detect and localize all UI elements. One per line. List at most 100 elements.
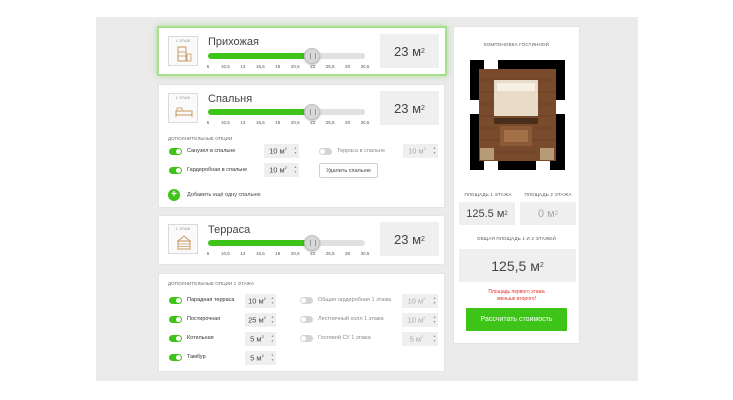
area-value: 23 м	[394, 43, 422, 59]
add-bedroom-plus-icon[interactable]: +	[168, 189, 180, 201]
add-bedroom-label[interactable]: Добавить ещё одну спальню	[187, 192, 261, 198]
slider-fill	[208, 53, 312, 59]
slider-tick-label: 20,5	[290, 64, 300, 69]
room-card-hallway[interactable]: 1 ЭТАЖ Прихожая 6 10,5 13 15,5 18 20,5 23 25,5 2…	[157, 26, 447, 76]
room-floor-label: 1 ЭТАЖ	[175, 39, 191, 43]
slider-ticks: 6 10,5 13 15,5 18 20,5 23 25,5 28 30,5	[206, 64, 370, 72]
bathroom-label: Санузел в спальне	[187, 148, 236, 154]
room-card-terrace[interactable]: 1 ЭТАЖ Терраса 6 10,5 13 15,5 18 20,5 23 25,5 28…	[158, 215, 445, 265]
stepper-sup: 2	[263, 315, 266, 321]
slider-handle[interactable]	[303, 235, 320, 251]
area-value: 23 м	[394, 231, 422, 247]
room-name: Спальня	[208, 93, 253, 105]
slider-handle[interactable]	[303, 48, 320, 64]
stair-hall-toggle[interactable]	[300, 316, 313, 323]
slider-tick-label: 30,5	[360, 64, 370, 69]
room-name: Терраса	[208, 224, 251, 236]
wardrobe-label: Гардеробная в спальне	[187, 167, 248, 173]
slider-tick-label: 23	[310, 64, 316, 69]
stepper-down-icon[interactable]: ▼	[271, 301, 274, 306]
slider-fill	[208, 109, 312, 115]
slider-tick-label: 30,5	[360, 120, 370, 125]
bed-icon: 1 ЭТАЖ	[168, 93, 198, 123]
vestibule-label: Тамбур	[187, 354, 206, 360]
room-card-bedroom[interactable]: 1 ЭТАЖ Спальня 6 10,5 13 15,5 18 20,5 23 25,5 28…	[158, 84, 445, 208]
area-display: 23 м2	[380, 91, 439, 125]
slider-tick-label: 30,5	[360, 251, 370, 256]
stepper-down-icon[interactable]: ▼	[294, 151, 297, 156]
slider-tick-label: 10,5	[221, 251, 230, 256]
front-terrace-toggle[interactable]	[169, 297, 182, 304]
slider-ticks: 6 10,5 13 15,5 18 20,5 23 25,5 28 30,5	[206, 120, 370, 128]
stepper-down-icon[interactable]: ▼	[433, 320, 436, 325]
common-wardrobe-label: Общая гардеробная 1 этажа	[318, 297, 392, 303]
floor-options-title: ДОПОЛНИТЕЛЬНЫЕ ОПЦИИ 1 ЭТАЖА	[168, 281, 255, 286]
guest-bathroom-label: Гостевой СУ 1 этажа	[318, 335, 371, 341]
stepper-value: 5 м	[250, 353, 262, 363]
area-display: 23 м2	[380, 34, 439, 68]
floor1-area-title: ПЛОЩАДЬ 1 ЭТАЖА	[464, 192, 512, 197]
stepper-down-icon[interactable]: ▼	[271, 320, 274, 325]
area-unit-sup: 2	[421, 104, 425, 112]
bedroom-terrace-toggle[interactable]	[319, 148, 332, 155]
slider-tick-label: 10,5	[221, 120, 230, 125]
stair-hall-stepper[interactable]: 10 м2 ▲ ▼	[402, 313, 438, 327]
area-slider[interactable]	[208, 104, 365, 120]
bedroom-terrace-stepper[interactable]: 10 м2 ▲ ▼	[403, 144, 438, 158]
guest-bathroom-toggle[interactable]	[300, 335, 313, 342]
stepper-down-icon[interactable]: ▼	[433, 151, 436, 156]
laundry-toggle[interactable]	[169, 316, 182, 323]
floor2-area-title: ПЛОЩАДЬ 2 ЭТАЖА	[524, 192, 572, 197]
delete-bedroom-button[interactable]: Удалить спальню	[319, 163, 378, 178]
vestibule-stepper[interactable]: 5 м2 ▲ ▼	[245, 351, 276, 365]
stepper-value: 10 м	[269, 146, 285, 156]
front-terrace-label: Парадная терраса	[187, 297, 235, 303]
stepper-down-icon[interactable]: ▼	[294, 170, 297, 175]
slider-handle[interactable]	[303, 104, 320, 120]
slider-tick-label: 28	[345, 64, 351, 69]
slider-tick-label: 18	[275, 251, 281, 256]
wardrobe-toggle[interactable]	[169, 167, 182, 174]
area-unit-sup: 2	[421, 235, 425, 243]
terrace-icon: 1 ЭТАЖ	[168, 224, 198, 254]
stepper-down-icon[interactable]: ▼	[271, 358, 274, 363]
laundry-stepper[interactable]: 25 м2 ▲ ▼	[245, 313, 276, 327]
slider-tick-label: 28	[345, 120, 351, 125]
common-wardrobe-stepper[interactable]: 10 м2 ▲ ▼	[402, 294, 438, 308]
common-wardrobe-toggle[interactable]	[300, 297, 313, 304]
bathroom-area-stepper[interactable]: 10 м2 ▲ ▼	[264, 144, 299, 158]
stepper-down-icon[interactable]: ▼	[433, 301, 436, 306]
slider-tick-label: 25,5	[325, 251, 335, 256]
boiler-room-label: Котельная	[187, 335, 214, 341]
slider-tick-label: 23	[310, 120, 316, 125]
area-slider[interactable]	[208, 48, 365, 64]
front-terrace-stepper[interactable]: 10 м2 ▲ ▼	[245, 294, 276, 308]
vestibule-toggle[interactable]	[169, 354, 182, 361]
slider-tick-label: 10,5	[221, 64, 230, 69]
room-floor-label: 1 ЭТАЖ	[175, 227, 191, 231]
area-slider[interactable]	[208, 235, 365, 251]
slider-tick-label: 6	[206, 120, 210, 125]
stepper-sup: 2	[263, 296, 266, 302]
slider-tick-label: 25,5	[325, 64, 335, 69]
boiler-room-stepper[interactable]: 5 м2 ▲ ▼	[245, 332, 276, 346]
stepper-down-icon[interactable]: ▼	[271, 339, 274, 344]
slider-ticks: 6 10,5 13 15,5 18 20,5 23 25,5 28 30,5	[207, 251, 370, 259]
guest-bathroom-stepper[interactable]: 5 м2 ▲ ▼	[402, 332, 438, 346]
bathroom-toggle[interactable]	[169, 148, 182, 155]
boiler-room-toggle[interactable]	[169, 335, 182, 342]
stepper-down-icon[interactable]: ▼	[433, 339, 436, 344]
slider-tick-label: 6	[206, 64, 210, 69]
stepper-sup: 2	[423, 296, 426, 302]
slider-tick-label: 28	[345, 251, 351, 256]
area-display: 23 м2	[380, 222, 439, 256]
wardrobe-area-stepper[interactable]: 10 м2 ▲ ▼	[264, 163, 299, 177]
warning-line-2: меньше второго!	[497, 295, 536, 302]
floor2-area-display: 0 м2	[520, 202, 576, 225]
stepper-sup: 2	[261, 353, 264, 359]
floor2-area-sup: 2	[554, 210, 559, 217]
stepper-value: 5 м	[250, 334, 262, 344]
calculate-cost-button[interactable]: Рассчитать стоимость	[466, 308, 567, 331]
summary-panel: КОМПОНОВКА ГОСТИННОЙ ПЛОЩАДЬ 1 ЭТАЖА ПЛО	[453, 26, 580, 344]
floor1-area-sup: 2	[504, 210, 508, 217]
